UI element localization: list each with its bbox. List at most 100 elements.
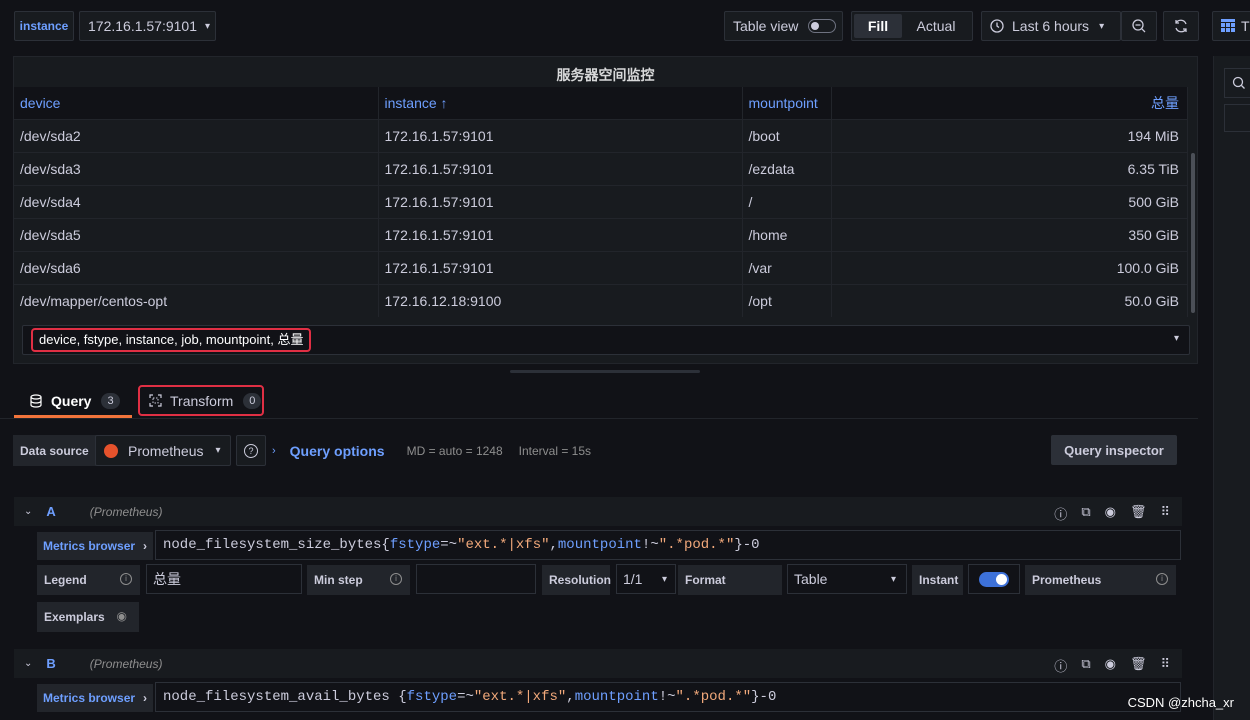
eye-icon[interactable]: ◉ bbox=[1105, 504, 1116, 523]
promql-query-input[interactable]: node_filesystem_size_bytes{fstype =~ "ext.… bbox=[155, 530, 1181, 560]
prometheus-logo-icon bbox=[104, 443, 118, 458]
query-ref-id[interactable]: A bbox=[46, 504, 55, 519]
watermark: CSDN @zhcha_xr bbox=[1127, 695, 1234, 710]
options-tab-bar[interactable] bbox=[1224, 104, 1250, 132]
query-datasource-name: (Prometheus) bbox=[89, 656, 163, 671]
tab-transform-label: Transform bbox=[170, 392, 234, 409]
drag-handle-icon[interactable]: ⠿ bbox=[1160, 504, 1170, 523]
interval-info: Interval = 15s bbox=[518, 443, 592, 458]
metrics-browser-label: Metrics browser bbox=[43, 691, 136, 705]
cell-mountpoint: /boot bbox=[742, 118, 832, 152]
chevron-down-icon: ▾ bbox=[1173, 333, 1179, 344]
variable-label: instance bbox=[14, 11, 74, 41]
panel-title: 服务器空间监控 bbox=[556, 67, 655, 83]
time-range-picker[interactable]: Last 6 hours ▾ bbox=[981, 11, 1121, 41]
column-header-instance[interactable]: instance ↑ bbox=[378, 87, 743, 119]
query-type-label: Prometheus i bbox=[1025, 565, 1176, 595]
options-search-input[interactable] bbox=[1224, 68, 1250, 98]
pane-resize-handle[interactable] bbox=[510, 370, 700, 373]
data-source-value: Prometheus bbox=[128, 442, 204, 459]
expr-separator: , bbox=[549, 537, 558, 553]
chevron-right-icon: › bbox=[143, 691, 148, 705]
trash-icon[interactable]: 🗑 bbox=[1130, 656, 1147, 675]
eye-icon[interactable]: ◉ bbox=[1105, 656, 1116, 675]
data-source-help-button[interactable]: ? bbox=[236, 435, 266, 466]
expr-tail: }-0 bbox=[734, 537, 760, 553]
cell-total: 194 MiB bbox=[831, 118, 1188, 152]
legend-label: Legend i bbox=[37, 565, 140, 595]
actual-button[interactable]: Actual bbox=[902, 14, 970, 38]
instance-variable-select[interactable]: 172.16.1.57:9101 ▾ bbox=[79, 11, 216, 41]
column-header-mountpoint[interactable]: mountpoint bbox=[742, 87, 832, 119]
drag-handle-icon[interactable]: ⠿ bbox=[1160, 656, 1170, 675]
query-row-b-header[interactable]: ⌄ B (Prometheus) ⓘ ⧉ ◉ 🗑 ⠿ bbox=[14, 649, 1182, 678]
data-table: device instance ↑ mountpoint 总量 /dev/sda… bbox=[14, 87, 1188, 317]
cell-mountpoint: / bbox=[742, 184, 832, 218]
chevron-down-icon[interactable]: ⌄ bbox=[24, 658, 32, 669]
column-header-device[interactable]: device bbox=[14, 87, 379, 119]
expr-label-value: "ext.*|xfs" bbox=[457, 537, 550, 553]
help-icon[interactable]: ⓘ bbox=[1054, 656, 1067, 675]
cell-instance: 172.16.1.57:9101 bbox=[378, 217, 743, 251]
promql-query-input[interactable]: node_filesystem_avail_bytes {fstype =~ "ex… bbox=[155, 682, 1181, 712]
footer-field-select[interactable]: device, fstype, instance, job, mountpoin… bbox=[22, 325, 1190, 355]
chevron-down-icon: ▾ bbox=[215, 445, 221, 456]
instant-toggle[interactable] bbox=[968, 564, 1020, 594]
min-step-input[interactable] bbox=[416, 564, 536, 594]
expr-operator: =~ bbox=[440, 537, 458, 553]
trash-icon[interactable]: 🗑 bbox=[1130, 504, 1147, 523]
query-options-label: Query options bbox=[289, 442, 385, 459]
database-icon bbox=[30, 393, 42, 408]
cell-instance: 172.16.1.57:9101 bbox=[378, 184, 743, 218]
tab-transform[interactable]: Transform 0 bbox=[138, 385, 264, 416]
query-row-a-header[interactable]: ⌄ A (Prometheus) ⓘ ⧉ ◉ 🗑 ⠿ bbox=[14, 497, 1182, 526]
data-source-select[interactable]: Prometheus ▾ bbox=[95, 435, 231, 466]
fill-button[interactable]: Fill bbox=[854, 14, 902, 38]
duplicate-icon[interactable]: ⧉ bbox=[1081, 656, 1090, 675]
table-row: /dev/sda3 172.16.1.57:9101/ezdata 6.35 TiB bbox=[14, 151, 1188, 185]
cell-mountpoint: /ezdata bbox=[742, 151, 832, 185]
table-view-label: Table view bbox=[733, 18, 799, 34]
table-view-toggle[interactable]: Table view bbox=[724, 11, 843, 41]
chevron-right-icon: › bbox=[272, 444, 276, 457]
column-header-total[interactable]: 总量 bbox=[831, 87, 1188, 119]
cell-instance: 172.16.1.57:9101 bbox=[378, 250, 743, 284]
cell-device: /dev/sda5 bbox=[14, 217, 379, 251]
help-icon: ? bbox=[244, 443, 258, 458]
query-row-actions: ⓘ ⧉ ◉ 🗑 ⠿ bbox=[1054, 656, 1170, 675]
table-scrollbar[interactable] bbox=[1191, 153, 1195, 313]
table-row: /dev/sda6 172.16.1.57:9101/var 100.0 GiB bbox=[14, 250, 1188, 284]
cell-device: /dev/mapper/centos-opt bbox=[14, 283, 379, 317]
expr-label-key: fstype bbox=[406, 689, 458, 705]
help-icon[interactable]: ⓘ bbox=[1054, 504, 1067, 523]
legend-input[interactable]: 总量 bbox=[146, 564, 302, 594]
time-range-label: Last 6 hours bbox=[1012, 18, 1090, 34]
query-ref-id[interactable]: B bbox=[46, 656, 55, 671]
expr-tail: }-0 bbox=[751, 689, 777, 705]
exemplars-toggle[interactable]: Exemplars ◉ bbox=[37, 602, 139, 632]
refresh-button[interactable] bbox=[1163, 11, 1199, 41]
metrics-browser-button[interactable]: Metrics browser › bbox=[37, 532, 154, 560]
cell-device: /dev/sda6 bbox=[14, 250, 379, 284]
query-datasource-name: (Prometheus) bbox=[89, 504, 163, 519]
metrics-browser-label: Metrics browser bbox=[43, 539, 136, 553]
resolution-select[interactable]: 1/1 ▾ bbox=[616, 564, 676, 594]
toggle-switch-icon bbox=[808, 19, 837, 33]
info-icon: i bbox=[1156, 573, 1168, 585]
visualization-picker[interactable]: T bbox=[1212, 11, 1250, 41]
zoom-out-icon bbox=[1132, 19, 1146, 33]
chevron-right-icon: › bbox=[143, 539, 148, 553]
instant-label: Instant bbox=[912, 565, 963, 595]
chevron-down-icon[interactable]: ⌄ bbox=[24, 506, 32, 517]
format-select[interactable]: Table ▾ bbox=[787, 564, 907, 594]
metrics-browser-button[interactable]: Metrics browser › bbox=[37, 684, 154, 712]
tab-query[interactable]: Query 3 bbox=[14, 386, 132, 418]
duplicate-icon[interactable]: ⧉ bbox=[1081, 504, 1090, 523]
query-inspector-button[interactable]: Query inspector bbox=[1051, 435, 1177, 465]
info-icon: i bbox=[390, 573, 402, 585]
table-row: /dev/sda2 172.16.1.57:9101/boot 194 MiB bbox=[14, 118, 1188, 152]
instance-variable-value: 172.16.1.57:9101 bbox=[88, 18, 197, 34]
query-options-toggle[interactable]: › Query options MD = auto = 1248 Interva… bbox=[272, 435, 591, 466]
zoom-out-button[interactable] bbox=[1121, 11, 1157, 41]
expr-label-key: mountpoint bbox=[574, 689, 659, 705]
